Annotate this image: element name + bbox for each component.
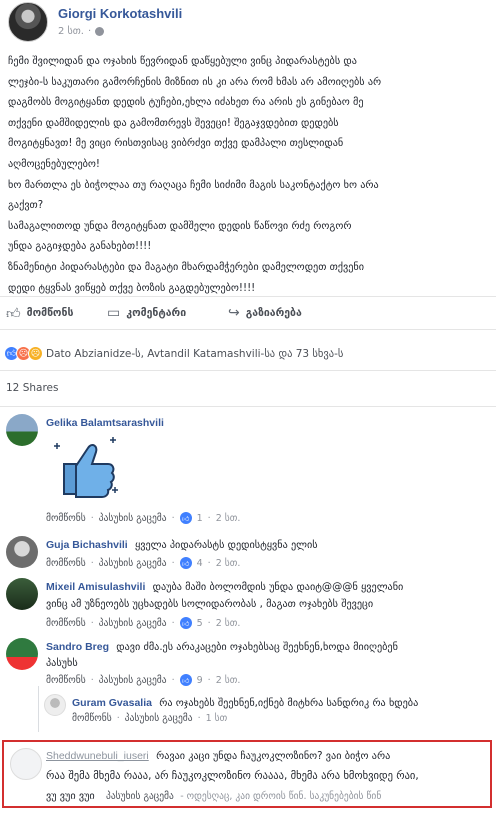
share-icon: ↪ [228, 305, 240, 321]
comment-text: ვინც ამ უზნეოებს უცხადებს სოლიდარობას , … [46, 599, 374, 610]
post-line: აღმოცენებულებო! [8, 158, 100, 170]
comment-text: დავი ძმა.ეს არაკაცები ოჯახებსაც შეეხნენ,… [116, 642, 398, 653]
comment-like-count[interactable]: 9 [197, 675, 203, 686]
post-line: სამაგალითოდ უნდა მოგიტყნათ დამშელი დედის… [8, 220, 352, 232]
post-line: ჩემი შვილიდან და ოჯახის წევრიდან დაწყებუ… [8, 56, 357, 67]
reaction-icons: 👍︎ ☹ ☹ [4, 346, 43, 361]
post-line: ზნამენიტი პიდარასტები და მაგატი მხარდამჭ… [8, 261, 364, 273]
author-avatar[interactable] [8, 2, 48, 42]
comment-author: Gelika Balamtsarashvili [46, 416, 168, 431]
like-reaction-icon: 👍︎ [179, 674, 192, 686]
comment-reply-link[interactable]: პასუხის გაცემა [99, 558, 167, 569]
comment-reply-link[interactable]: პასუხის გაცემა [99, 513, 167, 524]
comment-body: Guja Bichashvili ყველა პიდარასტს დედისტყ… [46, 538, 318, 553]
reactions-summary[interactable]: 👍︎ ☹ ☹ Dato Abzianidze-ს, Avtandil Katam… [4, 346, 343, 361]
shares-count[interactable]: 12 Shares [6, 382, 58, 394]
comment-time[interactable]: 2 სთ. [216, 618, 241, 629]
comment-author-name[interactable]: Guja Bichashvili [46, 539, 128, 551]
post-line: თქვენი დამშიდელის და გამომთრევს შევეცი! … [8, 117, 339, 129]
post-line: ხო მართლა ეს ბიჭოლაა თუ რაღაცა ჩემი სიძი… [8, 179, 379, 191]
comment-button[interactable]: ▭ კომენტარი [107, 305, 186, 321]
reply-text: რა ოჯახებს შეეხნენ,იქნებ მიტხრა სანდრიკ … [159, 698, 419, 709]
comment-text: პასუხს [46, 658, 78, 669]
reply-time[interactable]: 1 სთ [206, 713, 228, 724]
comment-author-name[interactable]: Mixeil Amisulashvili [46, 581, 145, 593]
post-meta: 2 სთ. · [58, 26, 105, 37]
comment-icon: ▭ [107, 305, 121, 321]
comment-time[interactable]: 2 სთ. [216, 675, 241, 686]
comment-like-link[interactable]: მომწონს [46, 513, 86, 524]
post-author-name[interactable]: Giorgi Korkotashvili [58, 6, 182, 21]
comment-time[interactable]: 2 სთ. [216, 513, 241, 524]
comment-like-link[interactable]: მომწონს [72, 713, 112, 724]
avatar[interactable] [44, 694, 66, 716]
post-line: ლეჯბი-ს საკუთარი გამორჩენის მიზნით ის კი… [8, 76, 382, 88]
comment-author-name[interactable]: Sandro Breg [46, 641, 109, 653]
post-time[interactable]: 2 სთ. [58, 26, 84, 37]
like-button[interactable]: 👍︎ მომწონს [6, 305, 73, 322]
reply-body: Guram Gvasalia რა ოჯახებს შეეხნენ,იქნებ … [72, 696, 418, 711]
post-body: ჩემი შვილიდან და ოჯახის წევრიდან დაწყებუ… [8, 52, 490, 299]
reactions-text: Dato Abzianidze-ს, Avtandil Katamashvili… [46, 347, 344, 360]
like-reaction-icon: 👍︎ [179, 512, 192, 524]
comment-reply-link[interactable]: პასუხის გაცემა [99, 675, 167, 686]
thumbs-up-icon: 👍︎ [6, 305, 21, 322]
comment-text: ყველა პიდარასტს დედისტყვნა ელის [134, 540, 318, 551]
comment-actions: მომწონს · პასუხის გაცემა · 👍︎ 4 · 2 სთ. [46, 557, 241, 569]
comment-time: - ოდესღაც, კაი დროის წინ. საკუნებების წი… [180, 791, 382, 802]
like-reaction-icon: 👍︎ [179, 557, 192, 569]
comment-label: კომენტარი [126, 307, 187, 319]
comment-time[interactable]: 2 სთ. [216, 558, 241, 569]
divider [0, 406, 496, 407]
comment-like-count[interactable]: 5 [197, 618, 203, 629]
globe-icon [95, 27, 105, 36]
comment-author-name[interactable]: Gelika Balamtsarashvili [46, 417, 164, 429]
comment-like-count[interactable]: 4 [197, 558, 203, 569]
comment-like-link[interactable]: მომწონს [46, 618, 86, 629]
comment-reply-link[interactable]: პასუხის გაცემა [99, 618, 167, 629]
comment-reply-link[interactable]: პასუხის გაცემა [106, 791, 174, 802]
post-line: დაგმობს მოგიტყანთ დედის ტუჩები,ეხლა იძახ… [8, 97, 364, 109]
avatar[interactable] [6, 536, 38, 568]
share-button[interactable]: ↪ გაზიარება [228, 305, 302, 321]
reply-thread-line [38, 686, 39, 732]
reply-author-name[interactable]: Guram Gvasalia [72, 697, 152, 709]
comment-actions: მომწონს · პასუხის გაცემა · 👍︎ 5 · 2 სთ. [46, 617, 241, 629]
comment-body: Mixeil Amisulashvili დაუბა მაში ბოლომდის… [46, 580, 403, 595]
comment-text: რაა შემა მხემა რააა, არ ჩაუკოკლოზინო რაა… [46, 770, 419, 782]
comment-text: ვუ ვუი ვუი [46, 791, 95, 802]
like-reaction-icon: 👍︎ [179, 617, 192, 629]
post-line: უნდა გაგიჯდება განახებთ!!!! [8, 241, 152, 253]
share-label: გაზიარება [245, 307, 302, 319]
like-label: მომწონს [26, 307, 74, 319]
comment-like-link[interactable]: მომწონს [46, 558, 86, 569]
divider [0, 370, 496, 371]
avatar[interactable] [6, 638, 38, 670]
comment-like-count[interactable]: 1 [197, 513, 203, 524]
avatar[interactable] [6, 414, 38, 446]
avatar[interactable] [6, 578, 38, 610]
post-line: მოგიტყნავთ! მე ვიცი რისთვისაც ვიბრძვი თქ… [8, 138, 344, 150]
avatar[interactable] [10, 748, 42, 780]
comment-body: Sandro Breg დავი ძმა.ეს არაკაცები ოჯახებ… [46, 640, 398, 655]
comment-actions: მომწონს · პასუხის გაცემა · 👍︎ 9 · 2 სთ. [46, 674, 241, 686]
reply-actions: მომწონს · პასუხის გაცემა · 1 სთ [72, 713, 228, 724]
thumbs-up-sticker-icon [54, 437, 118, 498]
post-line: გაქვთ? [8, 200, 44, 212]
post-actions-bar: 👍︎ მომწონს ▭ კომენტარი ↪ გაზიარება [0, 296, 496, 330]
comment-like-link[interactable]: მომწონს [46, 675, 86, 686]
comment-body: Sheddwunebuli_iuseri რავაი კაცი უნდა ჩაუ… [46, 746, 390, 767]
comment-text: დაუბა მაში ბოლომდის უნდა დაიტ@@@ნ ყველან… [152, 582, 404, 593]
sad-reaction-icon: ☹ [28, 346, 43, 361]
comment-actions: მომწონს · პასუხის გაცემა · 👍︎ 1 · 2 სთ. [46, 512, 241, 524]
comment-author-name[interactable]: Sheddwunebuli_iuseri [46, 750, 149, 762]
post-header: Giorgi Korkotashvili 2 სთ. · [8, 2, 488, 46]
comment-reply-link[interactable]: პასუხის გაცემა [125, 713, 193, 724]
comment-text: რავაი კაცი უნდა ჩაუკოკლოზინო? ვაი ბიჭო ა… [156, 751, 391, 762]
comment-line: ვუ ვუი ვუი პასუხის გაცემა - ოდესღაც, კაი… [46, 786, 381, 807]
